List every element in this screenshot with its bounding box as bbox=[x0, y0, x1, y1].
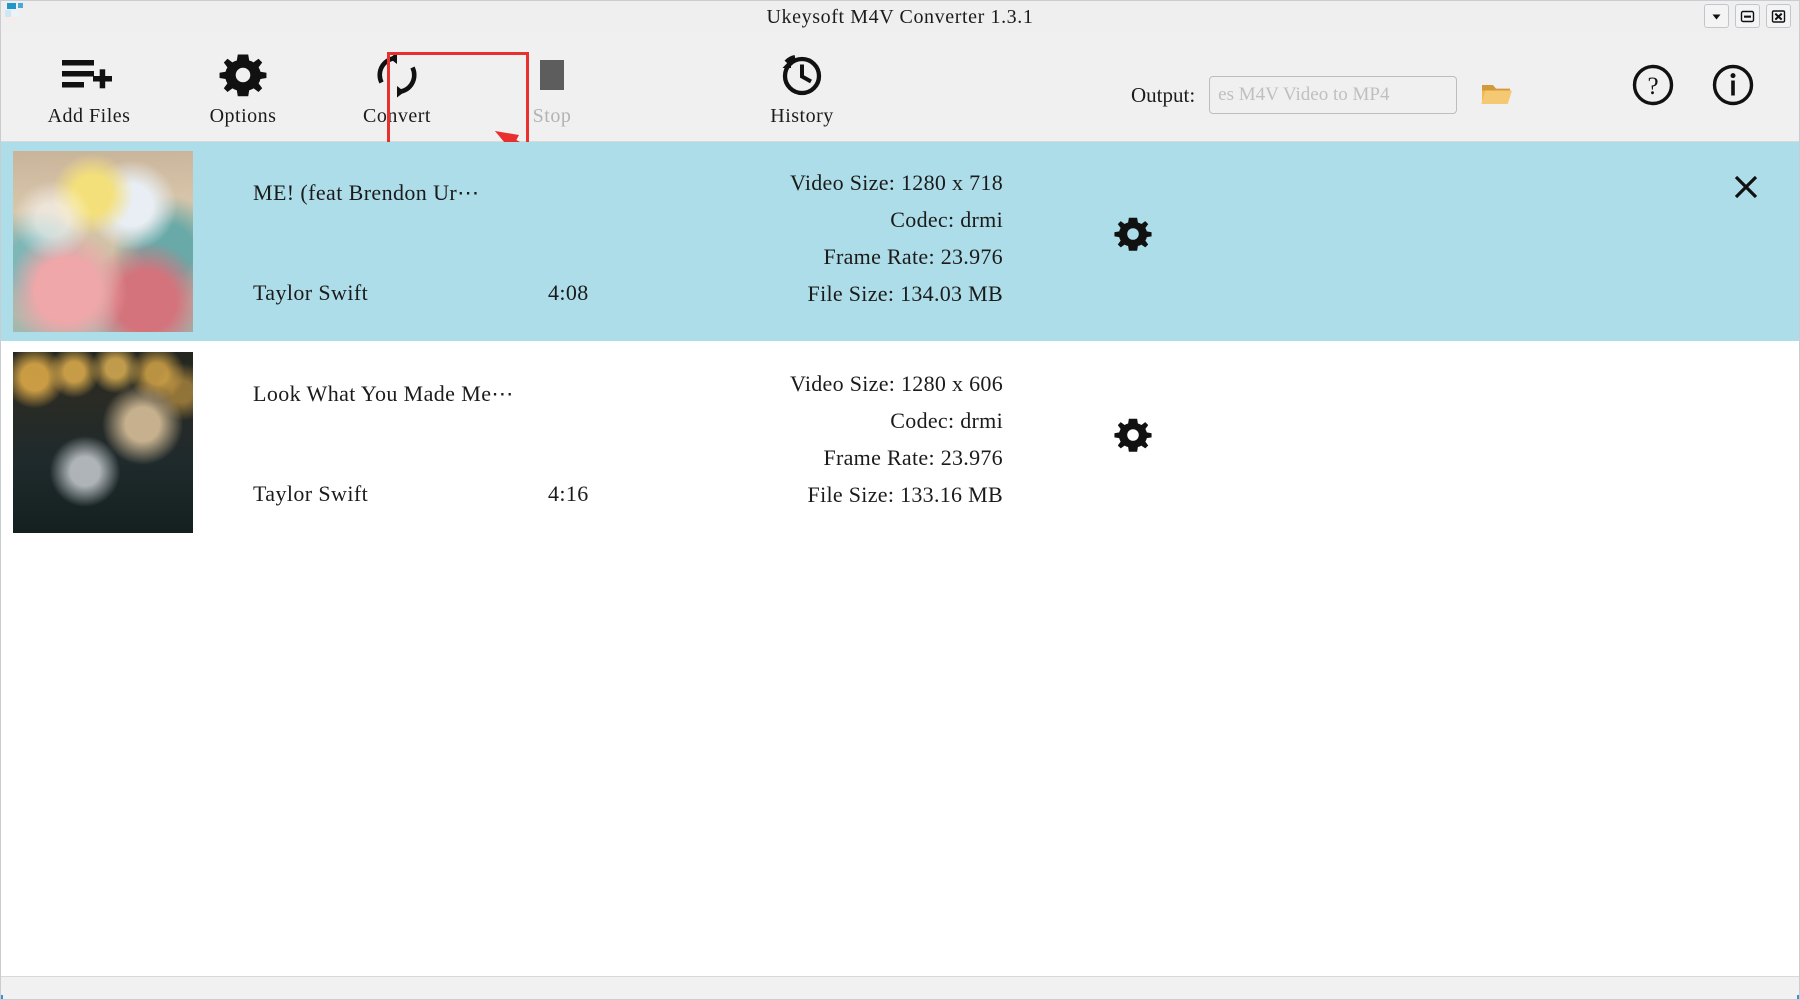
remove-x-icon bbox=[1734, 175, 1758, 199]
folder-open-icon bbox=[1481, 85, 1513, 104]
history-button[interactable]: History bbox=[732, 49, 872, 128]
meta-frame-rate-label: Frame Rate: bbox=[823, 244, 935, 269]
meta-file-size-label: File Size: bbox=[807, 482, 895, 507]
info-circle-icon bbox=[1712, 64, 1754, 106]
video-title: Look What You Made Me⋯ bbox=[253, 381, 514, 406]
output-group: Output: bbox=[1131, 76, 1515, 114]
meta-codec-value: drmi bbox=[960, 207, 1003, 232]
meta-video-size-label: Video Size: bbox=[789, 170, 896, 195]
video-metadata: Video Size: 1280 x 606 Codec: drmi Frame… bbox=[643, 365, 1003, 513]
table-row[interactable]: Look What You Made Me⋯ Taylor Swift 4:16… bbox=[1, 343, 1799, 542]
meta-codec: Codec: drmi bbox=[643, 201, 1003, 238]
dropdown-menu-button[interactable] bbox=[1704, 4, 1729, 28]
meta-video-size: Video Size: 1280 x 606 bbox=[643, 365, 1003, 402]
video-thumbnail bbox=[13, 151, 193, 332]
video-title: ME! (feat Brendon Ur⋯ bbox=[253, 180, 480, 205]
add-files-icon bbox=[60, 49, 118, 101]
convert-refresh-icon bbox=[372, 49, 422, 101]
video-thumbnail bbox=[13, 352, 193, 533]
question-mark-circle-icon: ? bbox=[1632, 64, 1674, 106]
video-metadata: Video Size: 1280 x 718 Codec: drmi Frame… bbox=[643, 164, 1003, 312]
options-label: Options bbox=[209, 105, 277, 127]
meta-video-size-label: Video Size: bbox=[789, 371, 896, 396]
meta-file-size-value: 134.03 MB bbox=[900, 281, 1003, 306]
stop-label: Stop bbox=[532, 105, 572, 127]
meta-codec-label: Codec: bbox=[890, 408, 955, 433]
status-accent-left bbox=[1, 995, 3, 999]
window-title: Ukeysoft M4V Converter 1.3.1 bbox=[766, 5, 1034, 28]
gear-icon bbox=[219, 49, 267, 101]
meta-frame-rate: Frame Rate: 23.976 bbox=[643, 439, 1003, 476]
stop-square-icon bbox=[529, 49, 575, 101]
title-bar: Ukeysoft M4V Converter 1.3.1 bbox=[1, 1, 1799, 33]
meta-frame-rate-label: Frame Rate: bbox=[823, 445, 935, 470]
meta-video-size-value: 1280 x 606 bbox=[901, 371, 1003, 396]
convert-button[interactable]: Convert bbox=[327, 49, 467, 128]
close-window-icon bbox=[1771, 9, 1786, 23]
video-artist: Taylor Swift bbox=[253, 280, 369, 305]
meta-file-size: File Size: 133.16 MB bbox=[643, 476, 1003, 513]
close-button[interactable] bbox=[1766, 4, 1791, 28]
gear-icon bbox=[1114, 418, 1152, 452]
add-files-button[interactable]: Add Files bbox=[19, 49, 159, 128]
meta-codec-label: Codec: bbox=[890, 207, 955, 232]
meta-frame-rate-value: 23.976 bbox=[940, 244, 1003, 269]
add-files-label: Add Files bbox=[47, 105, 131, 127]
meta-file-size-label: File Size: bbox=[807, 281, 895, 306]
row-content: Look What You Made Me⋯ Taylor Swift 4:16… bbox=[193, 343, 1799, 542]
meta-frame-rate-value: 23.976 bbox=[940, 445, 1003, 470]
options-button[interactable]: Options bbox=[173, 49, 313, 128]
output-path-input[interactable] bbox=[1209, 76, 1458, 114]
browse-folder-button[interactable] bbox=[1479, 78, 1515, 112]
window-controls bbox=[1704, 4, 1791, 28]
main-toolbar: Add Files Options Convert Stop History O… bbox=[1, 33, 1799, 185]
help-button[interactable]: ? bbox=[1631, 63, 1675, 107]
meta-video-size-value: 1280 x 718 bbox=[901, 170, 1003, 195]
table-row[interactable]: ME! (feat Brendon Ur⋯ Taylor Swift 4:08 … bbox=[1, 142, 1799, 341]
gear-icon bbox=[1114, 217, 1152, 251]
history-label: History bbox=[770, 105, 834, 127]
row-content: ME! (feat Brendon Ur⋯ Taylor Swift 4:08 … bbox=[193, 142, 1799, 341]
meta-codec: Codec: drmi bbox=[643, 402, 1003, 439]
chevron-down-icon bbox=[1712, 14, 1721, 19]
history-clock-icon bbox=[777, 49, 827, 101]
status-accent-right bbox=[1797, 995, 1799, 999]
svg-text:?: ? bbox=[1647, 73, 1658, 100]
video-artist: Taylor Swift bbox=[253, 481, 369, 506]
meta-video-size: Video Size: 1280 x 718 bbox=[643, 164, 1003, 201]
video-duration: 4:08 bbox=[548, 280, 589, 305]
about-button[interactable] bbox=[1711, 63, 1755, 107]
video-duration: 4:16 bbox=[548, 481, 589, 506]
stop-button[interactable]: Stop bbox=[482, 49, 622, 128]
app-window: Ukeysoft M4V Converter 1.3.1 Add Files O… bbox=[0, 0, 1800, 1000]
file-list[interactable]: ME! (feat Brendon Ur⋯ Taylor Swift 4:08 … bbox=[1, 142, 1799, 976]
row-settings-button[interactable] bbox=[1113, 214, 1153, 254]
app-logo-icon bbox=[5, 3, 27, 21]
remove-file-button[interactable] bbox=[1729, 170, 1763, 204]
convert-label: Convert bbox=[363, 105, 431, 127]
meta-file-size: File Size: 134.03 MB bbox=[643, 275, 1003, 312]
meta-codec-value: drmi bbox=[960, 408, 1003, 433]
meta-file-size-value: 133.16 MB bbox=[900, 482, 1003, 507]
row-settings-button[interactable] bbox=[1113, 415, 1153, 455]
meta-frame-rate: Frame Rate: 23.976 bbox=[643, 238, 1003, 275]
status-bar bbox=[1, 976, 1799, 999]
minimize-button[interactable] bbox=[1735, 4, 1760, 28]
minimize-icon bbox=[1740, 10, 1755, 22]
output-label: Output: bbox=[1131, 82, 1196, 107]
